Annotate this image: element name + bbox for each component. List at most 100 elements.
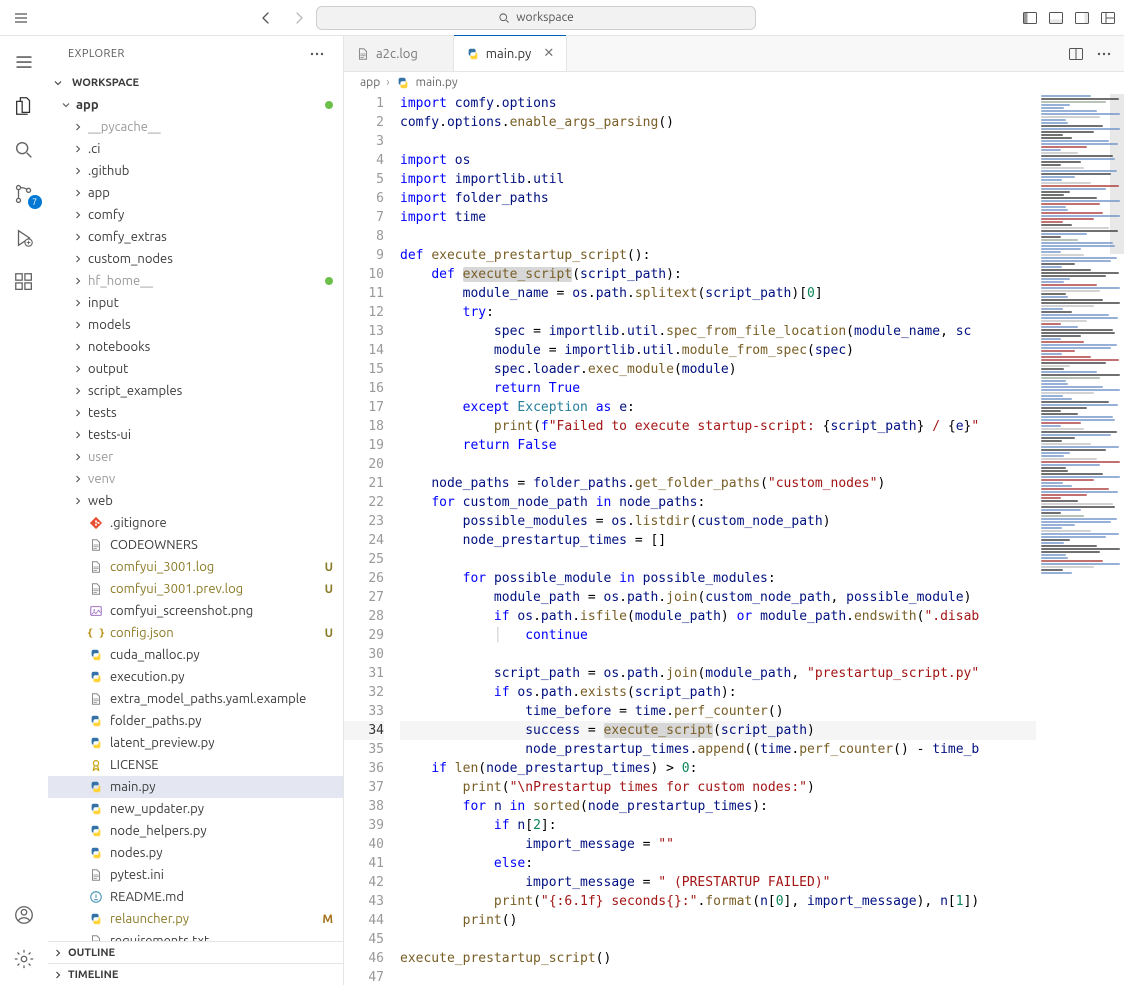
tree-folder[interactable]: .ci <box>48 138 343 160</box>
tree-file[interactable]: LICENSE <box>48 754 343 776</box>
tree-folder[interactable]: custom_nodes <box>48 248 343 270</box>
tree-folder[interactable]: comfy <box>48 204 343 226</box>
tree-file[interactable]: CODEOWNERS <box>48 534 343 556</box>
file-icon <box>88 669 104 685</box>
sidebar-title-label: EXPLORER <box>68 48 125 60</box>
tree-folder[interactable]: script_examples <box>48 380 343 402</box>
tree-label: cuda_malloc.py <box>110 648 200 662</box>
command-center-search[interactable]: workspace <box>316 6 756 30</box>
tree-label: input <box>88 296 119 310</box>
tree-folder[interactable]: models <box>48 314 343 336</box>
tree-folder[interactable]: venv <box>48 468 343 490</box>
tree-file[interactable]: extra_model_paths.yaml.example <box>48 688 343 710</box>
tree-folder[interactable]: web <box>48 490 343 512</box>
activity-explorer[interactable] <box>0 86 48 126</box>
editor-tab[interactable]: main.py ✕ <box>454 36 567 71</box>
tree-folder[interactable]: user <box>48 446 343 468</box>
tree-label: venv <box>88 472 115 486</box>
chevron-right-icon <box>72 231 88 243</box>
activity-menu[interactable] <box>0 42 48 82</box>
tab-label: main.py <box>486 47 532 61</box>
file-icon <box>88 911 104 927</box>
chevron-right-icon <box>72 253 88 265</box>
minimap[interactable] <box>1036 94 1124 985</box>
tree-file[interactable]: nodes.py <box>48 842 343 864</box>
chevron-right-icon <box>72 121 88 133</box>
more-icon[interactable] <box>309 46 325 62</box>
tree-file[interactable]: comfyui_3001.prev.logU <box>48 578 343 600</box>
tree-file[interactable]: main.py <box>48 776 343 798</box>
file-tree[interactable]: app__pycache__.ci.githubappcomfycomfy_ex… <box>48 94 343 941</box>
tree-folder-root[interactable]: app <box>48 94 343 116</box>
tree-file[interactable]: comfyui_screenshot.png <box>48 600 343 622</box>
timeline-section-header[interactable]: TIMELINE <box>48 963 343 985</box>
chevron-right-icon <box>72 495 88 507</box>
tree-folder[interactable]: .github <box>48 160 343 182</box>
git-modified-dot-icon <box>325 101 333 109</box>
tree-file[interactable]: comfyui_3001.logU <box>48 556 343 578</box>
tree-folder[interactable]: output <box>48 358 343 380</box>
tree-file[interactable]: latent_preview.py <box>48 732 343 754</box>
activity-source-control[interactable]: 7 <box>0 174 48 214</box>
tree-label: config.json <box>110 626 174 640</box>
editor-tabs: a2c.log✕ main.py ✕ <box>344 36 1124 72</box>
tree-file[interactable]: relauncher.pyM <box>48 908 343 930</box>
activity-settings[interactable] <box>0 939 48 979</box>
nav-back-icon[interactable] <box>258 9 276 27</box>
layout-customize-icon[interactable] <box>1100 10 1116 26</box>
tree-file[interactable]: cuda_malloc.py <box>48 644 343 666</box>
menu-icon[interactable] <box>12 9 30 27</box>
tree-folder[interactable]: app <box>48 182 343 204</box>
chevron-right-icon <box>72 363 88 375</box>
layout-right-icon[interactable] <box>1074 10 1090 26</box>
tree-folder[interactable]: input <box>48 292 343 314</box>
tree-file[interactable]: requirements.txt <box>48 930 343 941</box>
tree-file[interactable]: { }config.jsonU <box>48 622 343 644</box>
outline-section-header[interactable]: OUTLINE <box>48 941 343 963</box>
file-icon <box>88 779 104 795</box>
tree-folder[interactable]: notebooks <box>48 336 343 358</box>
code-content[interactable]: import comfy.optionscomfy.options.enable… <box>400 94 1036 985</box>
tree-folder[interactable]: comfy_extras <box>48 226 343 248</box>
close-icon[interactable]: ✕ <box>543 46 554 61</box>
chevron-down-icon <box>60 99 76 111</box>
activity-run-debug[interactable] <box>0 218 48 258</box>
tree-file[interactable]: pytest.ini <box>48 864 343 886</box>
activity-accounts[interactable] <box>0 895 48 935</box>
tree-label: comfyui_screenshot.png <box>110 604 253 618</box>
file-icon <box>88 537 104 553</box>
activity-search[interactable] <box>0 130 48 170</box>
tree-file[interactable]: new_updater.py <box>48 798 343 820</box>
tree-file[interactable]: folder_paths.py <box>48 710 343 732</box>
file-icon <box>356 47 370 61</box>
tree-label: app <box>88 186 110 200</box>
code-editor[interactable]: 1234567891011121314151617181920212223242… <box>344 94 1124 985</box>
file-icon <box>88 757 104 773</box>
split-editor-icon[interactable] <box>1068 46 1084 62</box>
git-status-badge: U <box>325 627 333 640</box>
workspace-section-header[interactable]: WORKSPACE <box>48 72 343 94</box>
tree-folder[interactable]: tests <box>48 402 343 424</box>
breadcrumb-item[interactable]: app <box>360 76 380 89</box>
activity-extensions[interactable] <box>0 262 48 302</box>
tree-file[interactable]: execution.py <box>48 666 343 688</box>
layout-left-icon[interactable] <box>1022 10 1038 26</box>
tree-label: .gitignore <box>110 516 167 530</box>
file-icon <box>88 933 104 941</box>
tree-folder[interactable]: hf_home__ <box>48 270 343 292</box>
editor-tab[interactable]: a2c.log✕ <box>344 36 454 71</box>
layout-bottom-icon[interactable] <box>1048 10 1064 26</box>
nav-forward-icon[interactable] <box>290 9 308 27</box>
tree-label: comfy_extras <box>88 230 167 244</box>
tab-label: a2c.log <box>376 47 418 61</box>
breadcrumb-item[interactable]: main.py <box>416 76 458 89</box>
chevron-right-icon <box>72 407 88 419</box>
tree-folder[interactable]: tests-ui <box>48 424 343 446</box>
tree-folder[interactable]: __pycache__ <box>48 116 343 138</box>
breadcrumbs[interactable]: app › main.py <box>344 72 1124 94</box>
tree-file[interactable]: .gitignore <box>48 512 343 534</box>
more-icon[interactable] <box>1096 46 1112 62</box>
tree-file[interactable]: node_helpers.py <box>48 820 343 842</box>
file-icon <box>88 603 104 619</box>
tree-file[interactable]: README.md <box>48 886 343 908</box>
